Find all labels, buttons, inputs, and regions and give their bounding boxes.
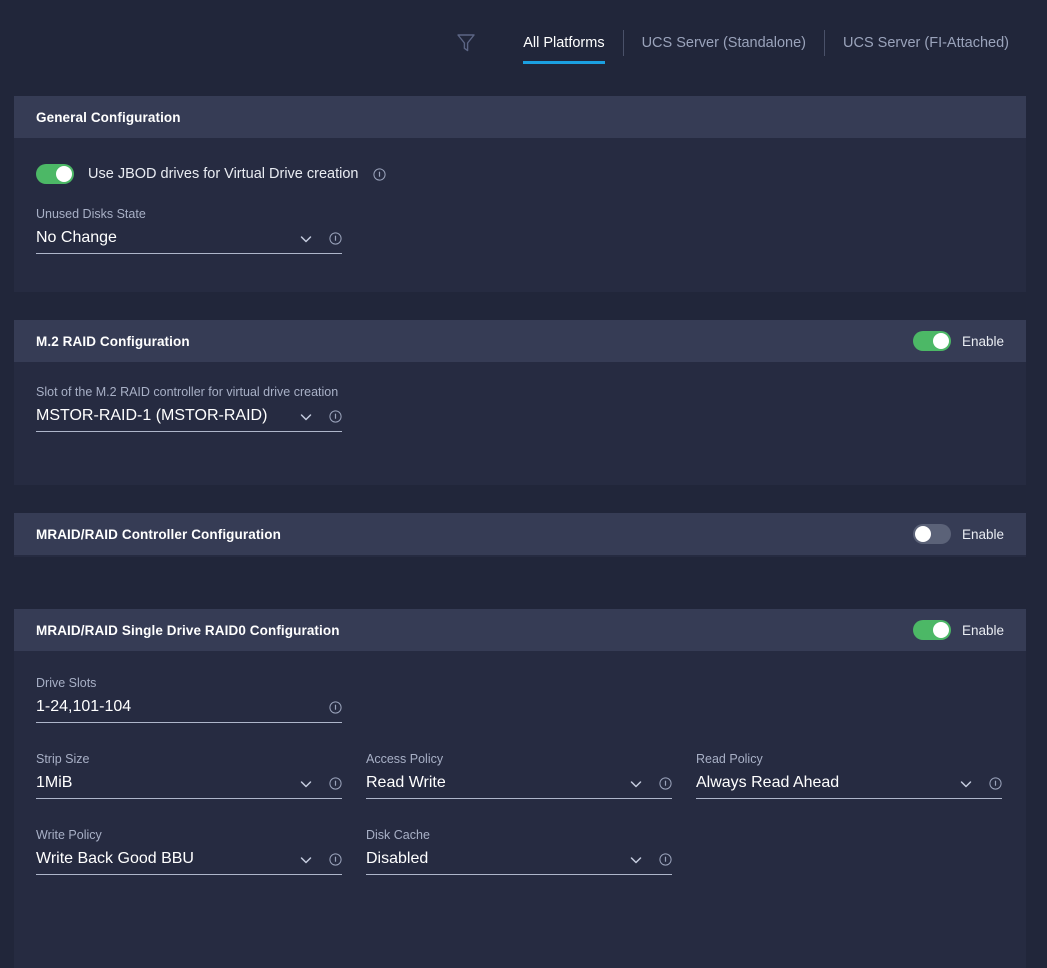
m2-raid-configuration-panel: M.2 RAID Configuration Enable Slot of th… bbox=[14, 320, 1026, 485]
storage-policy-page: All Platforms UCS Server (Standalone) UC… bbox=[0, 0, 1047, 968]
m2-raid-slot-select[interactable]: MSTOR-RAID-1 (MSTOR-RAID) bbox=[36, 406, 342, 432]
section-title: MRAID/RAID Controller Configuration bbox=[36, 526, 281, 542]
tab-all-platforms[interactable]: All Platforms bbox=[505, 25, 622, 64]
policy-row-2: Write Policy Write Back Good BBU Disk Ca… bbox=[36, 827, 1004, 875]
mraid-single-drive-raid0-header: MRAID/RAID Single Drive RAID0 Configurat… bbox=[14, 609, 1026, 651]
m2-raid-slot-value: MSTOR-RAID-1 (MSTOR-RAID) bbox=[36, 407, 268, 424]
access-policy-field: Access Policy Read Write bbox=[366, 751, 672, 799]
access-policy-select[interactable]: Read Write bbox=[366, 773, 672, 799]
unused-disks-state-select[interactable]: No Change bbox=[36, 228, 342, 254]
write-policy-value: Write Back Good BBU bbox=[36, 850, 194, 867]
read-policy-select[interactable]: Always Read Ahead bbox=[696, 773, 1002, 799]
general-configuration-header: General Configuration bbox=[14, 96, 1026, 138]
section-title: General Configuration bbox=[36, 109, 181, 125]
mraid-single-drive-raid0-body: Drive Slots 1-24,101-104 Strip Size 1MiB… bbox=[14, 675, 1026, 875]
info-icon[interactable] bbox=[659, 853, 672, 866]
access-policy-label: Access Policy bbox=[366, 752, 444, 766]
strip-size-value: 1MiB bbox=[36, 774, 73, 791]
general-configuration-body: Use JBOD drives for Virtual Drive creati… bbox=[14, 164, 1026, 254]
toggle-knob bbox=[914, 526, 931, 542]
info-icon[interactable] bbox=[989, 777, 1002, 790]
strip-size-field: Strip Size 1MiB bbox=[36, 751, 342, 799]
mraid-controller-enable-toggle[interactable] bbox=[912, 524, 951, 544]
strip-size-label: Strip Size bbox=[36, 752, 90, 766]
m2-raid-enable-label: Enable bbox=[961, 333, 1004, 349]
drive-slots-input[interactable]: 1-24,101-104 bbox=[36, 697, 342, 723]
section-title: MRAID/RAID Single Drive RAID0 Configurat… bbox=[36, 622, 340, 638]
tab-ucs-server-standalone[interactable]: UCS Server (Standalone) bbox=[624, 25, 824, 61]
mraid-controller-configuration-header: MRAID/RAID Controller Configuration Enab… bbox=[14, 513, 1026, 555]
disk-cache-field: Disk Cache Disabled bbox=[366, 827, 672, 875]
disk-cache-value: Disabled bbox=[366, 850, 429, 867]
chevron-down-icon[interactable] bbox=[299, 410, 313, 424]
filter-icon[interactable] bbox=[453, 30, 479, 56]
mraid-controller-enable-label: Enable bbox=[961, 526, 1004, 542]
info-icon[interactable] bbox=[329, 701, 342, 714]
chevron-down-icon[interactable] bbox=[629, 777, 643, 791]
mraid-controller-enable-group: Enable bbox=[912, 524, 1004, 544]
mraid-single-drive-raid0-enable-toggle[interactable] bbox=[912, 620, 951, 640]
write-policy-field: Write Policy Write Back Good BBU bbox=[36, 827, 342, 875]
toggle-knob bbox=[932, 333, 949, 349]
unused-disks-state-value: No Change bbox=[36, 229, 117, 246]
m2-raid-slot-label: Slot of the M.2 RAID controller for virt… bbox=[36, 385, 339, 399]
m2-raid-enable-toggle[interactable] bbox=[912, 331, 951, 351]
section-title: M.2 RAID Configuration bbox=[36, 333, 190, 349]
mraid-single-drive-raid0-enable-group: Enable bbox=[912, 620, 1004, 640]
drive-slots-field: Drive Slots 1-24,101-104 bbox=[36, 675, 342, 723]
tab-label: UCS Server (FI-Attached) bbox=[843, 35, 1009, 51]
strip-size-select[interactable]: 1MiB bbox=[36, 773, 342, 799]
toggle-knob bbox=[56, 166, 72, 182]
tabs: All Platforms UCS Server (Standalone) UC… bbox=[505, 23, 1027, 64]
access-policy-value: Read Write bbox=[366, 774, 446, 791]
mraid-single-drive-raid0-enable-label: Enable bbox=[961, 622, 1004, 638]
tab-label: All Platforms bbox=[523, 35, 605, 51]
disk-cache-select[interactable]: Disabled bbox=[366, 849, 672, 875]
chevron-down-icon[interactable] bbox=[629, 853, 643, 867]
m2-raid-enable-group: Enable bbox=[912, 331, 1004, 351]
policy-row-1: Strip Size 1MiB Access Policy Read Write… bbox=[36, 751, 1004, 799]
info-icon[interactable] bbox=[329, 232, 342, 245]
tab-ucs-server-fi-attached[interactable]: UCS Server (FI-Attached) bbox=[825, 25, 1027, 61]
read-policy-value: Always Read Ahead bbox=[696, 774, 840, 791]
info-icon[interactable] bbox=[329, 777, 342, 790]
disk-cache-label: Disk Cache bbox=[366, 828, 430, 842]
read-policy-field: Read Policy Always Read Ahead bbox=[696, 751, 1002, 799]
info-icon[interactable] bbox=[372, 167, 386, 181]
platform-tab-bar: All Platforms UCS Server (Standalone) UC… bbox=[0, 0, 1047, 86]
info-icon[interactable] bbox=[659, 777, 672, 790]
mraid-single-drive-raid0-panel: MRAID/RAID Single Drive RAID0 Configurat… bbox=[14, 609, 1026, 968]
chevron-down-icon[interactable] bbox=[299, 777, 313, 791]
drive-slots-value: 1-24,101-104 bbox=[36, 698, 132, 715]
info-icon[interactable] bbox=[329, 410, 342, 423]
unused-disks-state-field: Unused Disks State No Change bbox=[36, 206, 342, 254]
write-policy-label: Write Policy bbox=[36, 828, 102, 842]
general-configuration-panel: General Configuration Use JBOD drives fo… bbox=[14, 96, 1026, 292]
toggle-knob bbox=[932, 622, 949, 638]
jbod-drives-label: Use JBOD drives for Virtual Drive creati… bbox=[88, 166, 359, 182]
chevron-down-icon[interactable] bbox=[299, 853, 313, 867]
chevron-down-icon[interactable] bbox=[959, 777, 973, 791]
jbod-drives-toggle[interactable] bbox=[36, 164, 74, 184]
m2-raid-slot-field: Slot of the M.2 RAID controller for virt… bbox=[36, 384, 342, 432]
tab-label: UCS Server (Standalone) bbox=[641, 35, 806, 51]
drive-slots-label: Drive Slots bbox=[36, 676, 97, 690]
chevron-down-icon[interactable] bbox=[299, 232, 313, 246]
m2-raid-configuration-header: M.2 RAID Configuration Enable bbox=[14, 320, 1026, 362]
m2-raid-configuration-body: Slot of the M.2 RAID controller for virt… bbox=[14, 384, 1026, 432]
read-policy-label: Read Policy bbox=[696, 752, 763, 766]
write-policy-select[interactable]: Write Back Good BBU bbox=[36, 849, 342, 875]
info-icon[interactable] bbox=[329, 853, 342, 866]
unused-disks-state-label: Unused Disks State bbox=[36, 207, 146, 221]
jbod-drives-toggle-row: Use JBOD drives for Virtual Drive creati… bbox=[36, 164, 1004, 184]
mraid-controller-configuration-panel: MRAID/RAID Controller Configuration Enab… bbox=[14, 513, 1026, 557]
